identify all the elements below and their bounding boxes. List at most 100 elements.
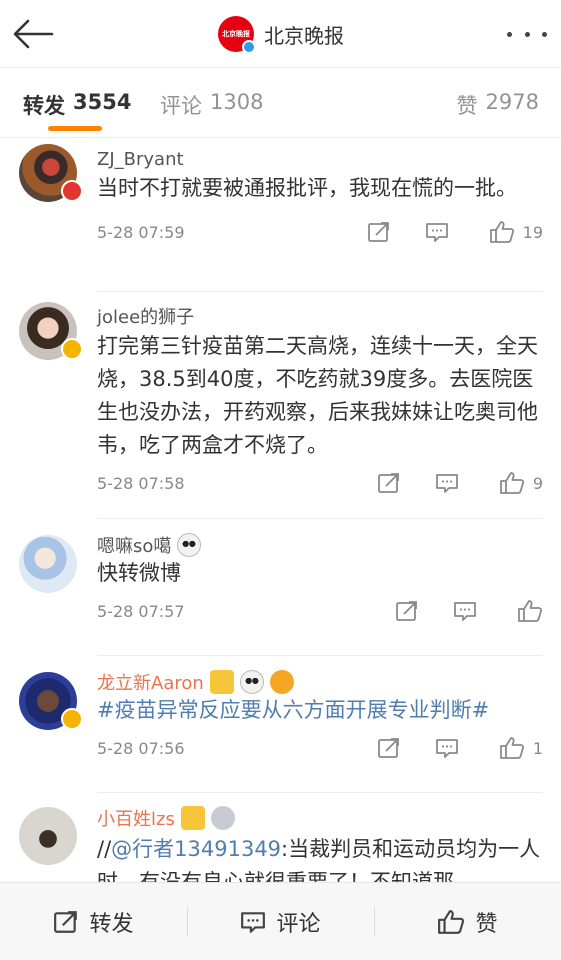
repost-button[interactable] xyxy=(367,221,391,243)
repost-icon xyxy=(377,738,399,758)
more-button[interactable] xyxy=(507,20,547,48)
item-actions: 9 xyxy=(377,468,543,498)
like-button[interactable]: 1 xyxy=(499,736,543,760)
timestamp: 5-28 07:57 xyxy=(97,602,185,621)
thumbs-up-icon xyxy=(518,600,543,622)
username-text: 龙立新Aaron xyxy=(97,673,204,694)
item-meta: 5-28 07:56 1 xyxy=(97,727,543,783)
item-meta: 5-28 07:58 9 xyxy=(97,462,543,518)
comment-text[interactable]: //@行者13491349:当裁判员和运动员均为一人时，有没有良心就很重要了！不… xyxy=(97,827,543,882)
tab-label: 转发 xyxy=(23,94,65,118)
list-item: ZJ_Bryant 当时不打就要被通报批评，我现在慌的一批。 5-28 07:5… xyxy=(19,138,543,292)
comment-button[interactable] xyxy=(425,221,449,243)
comment-button[interactable] xyxy=(435,472,459,494)
tab-like[interactable]: 赞 2978 xyxy=(457,90,539,120)
comment-icon xyxy=(435,474,458,493)
tab-bar: 转发 3554 评论 1308 赞 2978 xyxy=(0,68,561,138)
medal-badge-icon xyxy=(210,806,235,830)
item-actions: 19 xyxy=(367,217,543,247)
panda-emoji-icon xyxy=(239,670,264,694)
like-count: 1 xyxy=(532,738,543,758)
tab-label: 评论 xyxy=(160,94,202,118)
thumbs-up-icon xyxy=(499,472,524,494)
comment-icon xyxy=(435,739,458,758)
item-actions xyxy=(395,596,543,626)
verified-icon xyxy=(242,40,256,54)
top-nav-bar: 北京晚报 北京晚报 xyxy=(0,0,561,68)
crown-badge-icon xyxy=(209,670,234,694)
bottom-repost-label: 转发 xyxy=(89,911,134,937)
repost-icon xyxy=(367,222,389,242)
repost-button[interactable] xyxy=(377,737,401,759)
repost-icon xyxy=(54,910,78,933)
comment-icon xyxy=(425,223,448,242)
member-badge-icon xyxy=(61,180,83,202)
timestamp: 5-28 07:56 xyxy=(97,739,185,758)
tab-comment[interactable]: 评论 1308 xyxy=(160,90,263,120)
timestamp: 5-28 07:58 xyxy=(97,474,185,493)
like-button[interactable] xyxy=(517,599,543,623)
avatar[interactable] xyxy=(19,535,77,593)
username[interactable]: ZJ_Bryant xyxy=(97,138,543,172)
repost-button[interactable] xyxy=(377,472,401,494)
crown-badge-icon xyxy=(180,806,205,830)
list-item: 龙立新Aaron #疫苗异常反应要从六方面开展专业判断# 5-28 07:56 … xyxy=(19,656,543,793)
tab-label: 赞 xyxy=(456,94,478,118)
comment-text[interactable]: 打完第三针疫苗第二天高烧，连续十一天，全天烧，38.5到40度，不吃药就39度多… xyxy=(97,326,543,462)
bottom-like-button[interactable]: 赞 xyxy=(374,883,561,960)
account-logo-text: 北京晚报 xyxy=(222,29,250,38)
verified-icon xyxy=(61,338,83,360)
tab-count: 2978 xyxy=(485,90,539,114)
active-tab-indicator xyxy=(48,126,102,131)
like-button[interactable]: 9 xyxy=(499,471,543,495)
avatar[interactable] xyxy=(19,807,77,865)
comment-button[interactable] xyxy=(453,600,477,622)
repost-icon xyxy=(396,601,417,621)
repost-button[interactable] xyxy=(395,600,419,622)
like-button[interactable]: 19 xyxy=(489,220,543,244)
repost-icon xyxy=(377,473,399,493)
username[interactable]: 小百姓lzs xyxy=(97,793,543,830)
like-count: 9 xyxy=(532,473,543,493)
username[interactable]: 嗯嘛so噶 xyxy=(97,519,543,557)
thumbs-up-icon xyxy=(489,221,514,243)
comment-icon xyxy=(454,602,476,621)
like-count: 19 xyxy=(522,222,543,242)
tab-count: 3554 xyxy=(73,90,132,114)
bottom-comment-button[interactable]: 评论 xyxy=(187,883,374,960)
item-actions: 1 xyxy=(377,733,543,763)
tab-repost[interactable]: 转发 3554 xyxy=(23,90,131,120)
timestamp: 5-28 07:59 xyxy=(97,223,185,242)
item-meta: 5-28 07:57 xyxy=(97,590,543,646)
verified-icon xyxy=(61,708,83,730)
username[interactable]: 龙立新Aaron xyxy=(97,656,543,694)
user-mention-link[interactable]: @行者13491349 xyxy=(111,837,281,861)
repost-list[interactable]: ZJ_Bryant 当时不打就要被通报批评，我现在慌的一批。 5-28 07:5… xyxy=(0,138,561,882)
comment-text[interactable]: 快转微博 xyxy=(97,553,543,590)
tab-count: 1308 xyxy=(210,90,264,114)
back-button[interactable] xyxy=(10,14,58,54)
bottom-repost-button[interactable]: 转发 xyxy=(0,883,187,960)
username-text: 嗯嘛so噶 xyxy=(97,536,172,557)
username-text: 小百姓lzs xyxy=(97,809,175,830)
comment-button[interactable] xyxy=(435,737,459,759)
more-dots-icon xyxy=(507,31,512,37)
bottom-action-bar: 转发 评论 赞 xyxy=(0,882,561,960)
list-item: 小百姓lzs //@行者13491349:当裁判员和运动员均为一人时，有没有良心… xyxy=(19,793,543,882)
thumbs-up-icon xyxy=(499,737,524,759)
thumbs-up-icon xyxy=(438,909,465,934)
account-header[interactable]: 北京晚报 北京晚报 xyxy=(218,15,344,54)
username[interactable]: jolee的狮子 xyxy=(97,292,543,328)
account-avatar[interactable]: 北京晚报 xyxy=(218,16,256,54)
list-item: 嗯嘛so噶 快转微博 5-28 07:57 xyxy=(19,519,543,656)
comment-text[interactable]: 当时不打就要被通报批评，我现在慌的一批。 xyxy=(97,172,543,205)
account-name[interactable]: 北京晚报 xyxy=(264,20,344,49)
bottom-comment-label: 评论 xyxy=(276,911,321,937)
item-meta: 5-28 07:59 19 xyxy=(97,205,543,261)
repost-prefix: // xyxy=(97,837,112,861)
comment-icon xyxy=(241,911,266,933)
hashtag-link[interactable]: #疫苗异常反应要从六方面开展专业判断# xyxy=(97,690,543,727)
back-arrow-icon xyxy=(13,19,54,49)
list-item: jolee的狮子 打完第三针疫苗第二天高烧，连续十一天，全天烧，38.5到40度… xyxy=(19,292,543,519)
pufferfish-emoji-icon xyxy=(269,670,294,694)
